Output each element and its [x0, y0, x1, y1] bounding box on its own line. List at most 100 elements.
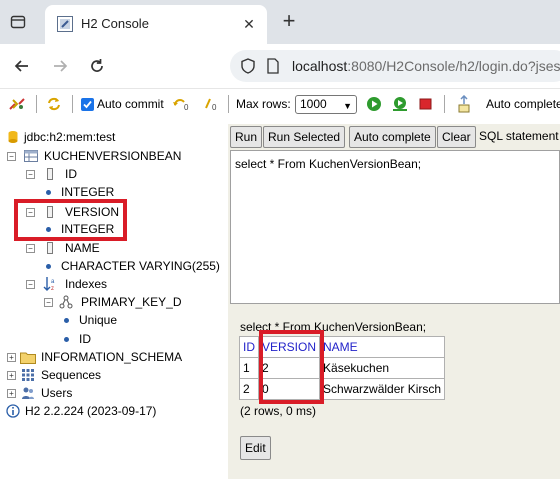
stop-icon[interactable] — [418, 95, 434, 113]
tree-connection[interactable]: jdbc:h2:mem:test — [8, 128, 115, 146]
column-version-type: INTEGER — [61, 222, 115, 236]
run-button[interactable]: Run — [230, 126, 263, 148]
run-play-icon[interactable] — [366, 95, 382, 113]
table-row: 1 2 Käsekuchen — [239, 357, 446, 379]
column-id-type: INTEGER — [61, 185, 115, 199]
url-text[interactable]: localhost:8080/H2Console/h2/login.do?jse… — [292, 58, 560, 74]
column-icon — [47, 168, 53, 180]
collapse-icon[interactable]: − — [26, 169, 35, 179]
expand-icon[interactable]: + — [7, 388, 16, 398]
index-tree-icon — [59, 295, 73, 309]
expand-icon[interactable]: + — [7, 352, 16, 362]
address-bar[interactable]: localhost:8080/H2Console/h2/login.do?jse… — [230, 50, 560, 82]
result-header-row: ID VERSION NAME — [239, 336, 446, 358]
pk-unique-label: Unique — [79, 313, 118, 327]
browser-nav-bar: localhost:8080/H2Console/h2/login.do?jse… — [0, 44, 560, 88]
tree-column-version-type: INTEGER — [46, 220, 114, 238]
table-label: KUCHENVERSIONBEAN — [44, 149, 182, 163]
tree-users[interactable]: + Users — [7, 384, 72, 402]
toolbar-separator — [36, 95, 37, 113]
collapse-icon[interactable]: − — [44, 297, 53, 307]
bullet-icon — [46, 263, 51, 269]
expand-icon[interactable]: + — [7, 370, 16, 380]
max-rows-select[interactable]: 1000 ▼ — [295, 95, 357, 114]
auto-complete-toolbar-label: Auto complete — [486, 97, 560, 111]
forward-arrow-icon[interactable] — [48, 54, 72, 78]
collapse-icon[interactable]: − — [26, 279, 35, 289]
svg-text:z: z — [51, 286, 54, 292]
table-row: 2 0 Schwarzwälder Kirsch — [239, 378, 446, 400]
users-icon — [22, 387, 34, 399]
bullet-icon — [46, 226, 51, 232]
checkmark-icon[interactable] — [81, 97, 94, 111]
primary-key-label: PRIMARY_KEY_D — [81, 295, 182, 309]
cell-version: 2 — [257, 357, 321, 379]
h2-favicon-icon — [57, 16, 73, 32]
collapse-icon[interactable]: − — [26, 243, 35, 253]
browser-tab-h2-console[interactable]: H2 Console ✕ — [45, 5, 267, 44]
chevron-down-icon: ▼ — [343, 101, 352, 111]
result-panel: select * From KuchenVersionBean; ID VERS… — [230, 308, 560, 479]
collapse-icon[interactable]: − — [26, 207, 35, 217]
rollback-icon[interactable]: 0 — [172, 95, 192, 113]
max-rows-label: Max rows: — [236, 97, 291, 111]
tab-title: H2 Console — [81, 16, 149, 31]
auto-complete-button[interactable]: Auto complete — [349, 126, 436, 148]
tree-information-schema[interactable]: + INFORMATION_SCHEMA — [7, 348, 182, 366]
page-info-icon[interactable] — [266, 58, 280, 74]
auto-complete-toolbar-label-wrap: Auto complete — [486, 95, 560, 113]
svg-text:0: 0 — [212, 103, 217, 112]
auto-commit-toggle[interactable]: Auto commit — [81, 95, 164, 113]
sql-statement-label: SQL statement — [479, 129, 559, 143]
tab-overview-icon[interactable] — [8, 12, 28, 32]
result-table: ID VERSION NAME 1 2 Käsekuchen 2 0 Schwa… — [239, 336, 446, 400]
toolbar-separator — [72, 95, 73, 113]
column-name-label: NAME — [65, 241, 100, 255]
tab-close-icon[interactable]: ✕ — [239, 14, 259, 34]
run-selected-button[interactable]: Run Selected — [263, 126, 346, 148]
information-schema-label: INFORMATION_SCHEMA — [41, 350, 183, 364]
bullet-icon — [46, 189, 51, 195]
edit-button[interactable]: Edit — [240, 436, 271, 460]
tree-sequences[interactable]: + Sequences — [7, 366, 101, 384]
reload-icon[interactable] — [85, 54, 109, 78]
toolbar-separator — [444, 95, 445, 113]
cell-version: 0 — [257, 378, 321, 400]
header-id[interactable]: ID — [239, 336, 259, 358]
database-icon — [8, 131, 18, 143]
index-sort-icon: az — [43, 277, 55, 292]
tree-pk-unique: Unique — [64, 311, 117, 329]
tree-column-version[interactable]: − VERSION — [26, 203, 119, 221]
max-rows-value: 1000 — [300, 97, 327, 111]
back-arrow-icon[interactable] — [10, 54, 34, 78]
url-host: localhost — [292, 58, 348, 74]
browser-tab-strip: H2 Console ✕ + — [0, 0, 560, 44]
history-icon[interactable] — [456, 95, 472, 113]
table-icon — [24, 150, 38, 162]
header-name[interactable]: NAME — [319, 336, 446, 358]
sql-text: select * From KuchenVersionBean; — [235, 157, 422, 171]
folder-icon — [20, 352, 36, 364]
row-count-text: (2 rows, 0 ms) — [240, 404, 317, 418]
info-icon — [6, 404, 20, 418]
sql-editor[interactable]: select * From KuchenVersionBean; — [230, 150, 560, 304]
sequences-label: Sequences — [41, 368, 102, 382]
schema-tree: jdbc:h2:mem:test − KUCHENVERSIONBEAN − I… — [0, 124, 228, 479]
disconnect-icon[interactable] — [8, 95, 26, 113]
tree-table-kuchenversionbean[interactable]: − KUCHENVERSIONBEAN — [7, 147, 181, 165]
new-tab-icon[interactable]: + — [278, 10, 300, 33]
commit-icon[interactable]: 0 — [202, 95, 222, 113]
tree-column-name[interactable]: − NAME — [26, 239, 100, 257]
collapse-icon[interactable]: − — [7, 151, 16, 161]
auto-commit-label: Auto commit — [97, 97, 164, 111]
run-selected-icon[interactable] — [391, 95, 409, 113]
tree-primary-key[interactable]: − PRIMARY_KEY_D — [44, 293, 181, 311]
clear-button[interactable]: Clear — [437, 126, 476, 148]
header-version[interactable]: VERSION — [257, 336, 321, 358]
tree-column-name-type: CHARACTER VARYING(255) — [46, 257, 220, 275]
tracking-shield-icon[interactable] — [240, 58, 256, 74]
tree-column-id[interactable]: − ID — [26, 165, 77, 183]
indexes-label: Indexes — [65, 277, 108, 291]
tree-indexes[interactable]: − az Indexes — [26, 275, 107, 293]
refresh-icon[interactable] — [45, 95, 63, 113]
